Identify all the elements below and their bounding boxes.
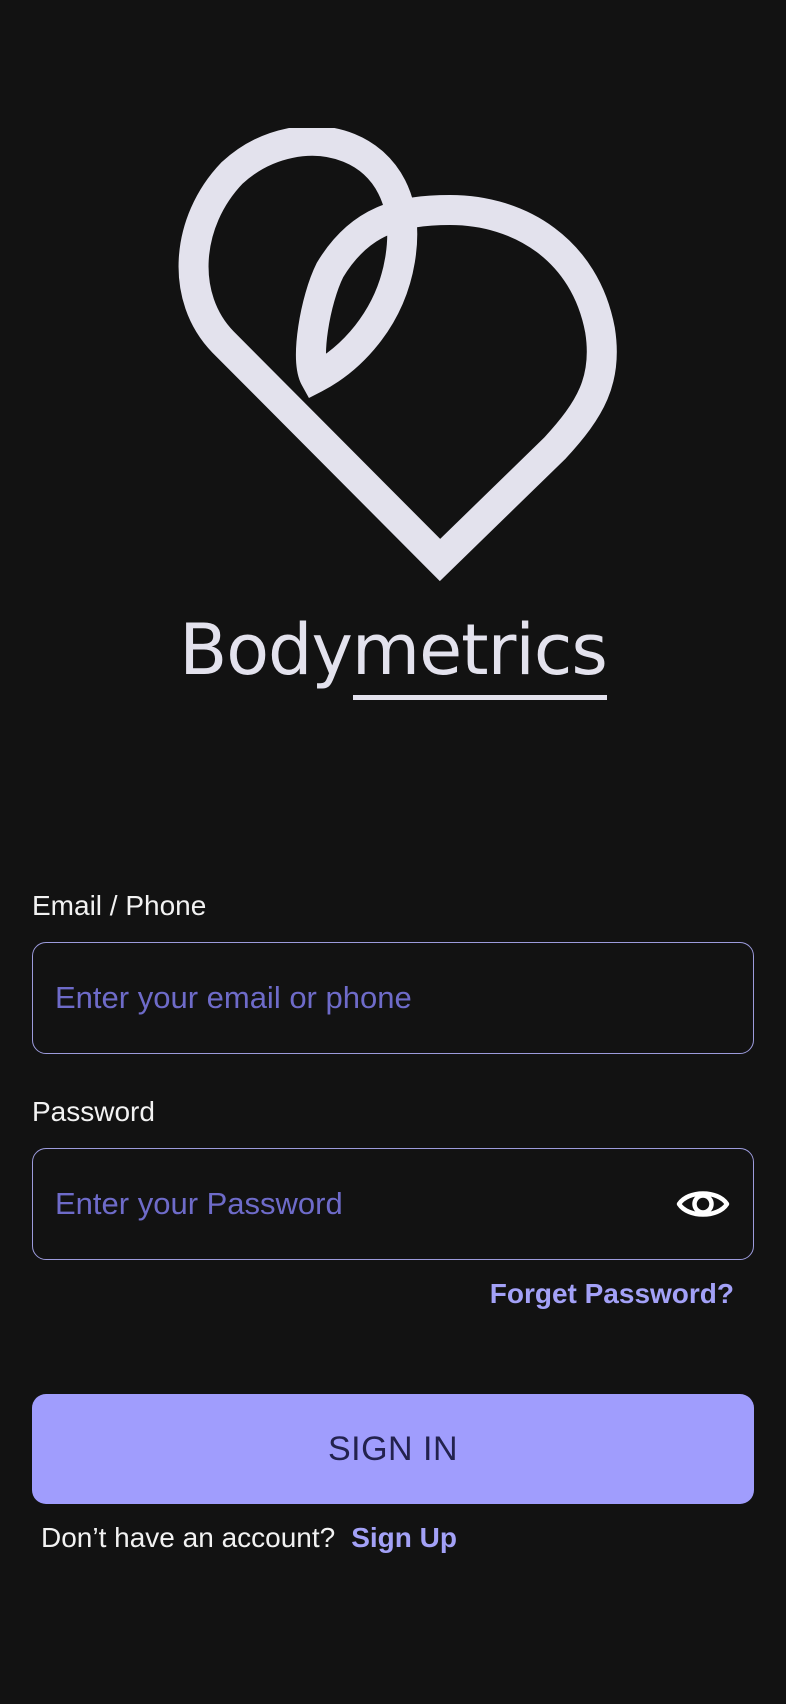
password-field-container [32, 1148, 754, 1260]
heart-loop-icon [178, 128, 617, 582]
forgot-password-link[interactable]: Forget Password? [490, 1278, 734, 1310]
brand-name-part1: Body [179, 609, 353, 691]
brand-name-part2: metrics [351, 609, 608, 700]
email-field-container [32, 942, 754, 1054]
signup-prompt-text: Don’t have an account? [41, 1522, 336, 1553]
sign-in-button[interactable]: SIGN IN [32, 1394, 754, 1504]
password-label: Password [32, 1096, 155, 1127]
email-input[interactable] [55, 980, 731, 1016]
eye-icon[interactable] [675, 1184, 731, 1224]
brand-name: Bodymetrics [0, 608, 786, 700]
sign-up-link[interactable]: Sign Up [351, 1522, 457, 1554]
password-input[interactable] [55, 1186, 675, 1222]
sign-in-screen: Bodymetrics Email / Phone Password Forge… [0, 0, 786, 1704]
email-label: Email / Phone [32, 890, 207, 921]
signup-prompt: Don’t have an account? Sign Up [41, 1522, 457, 1554]
